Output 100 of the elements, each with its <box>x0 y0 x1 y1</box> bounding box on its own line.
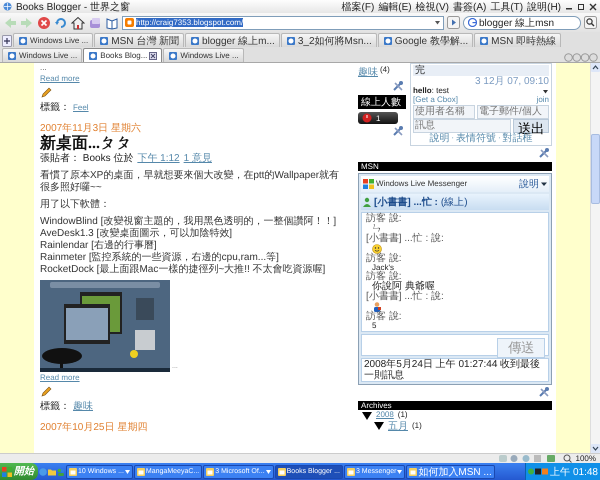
new-tab-icon[interactable] <box>2 35 12 47</box>
smiley-icon <box>372 244 382 254</box>
window-title: Books Blogger - 世界之窗 <box>16 0 130 14</box>
link[interactable]: 對話框 <box>502 132 533 144</box>
blogger-icon <box>125 18 134 27</box>
get-cbox-link[interactable]: [Get a Cbox] <box>413 96 458 105</box>
address-field[interactable]: http://craig7353.blogspot.com/ <box>122 16 444 30</box>
stop-icon[interactable] <box>37 16 51 30</box>
search-icon[interactable] <box>584 16 597 29</box>
message-input-field[interactable]: 傳送 <box>361 334 549 356</box>
post-date: 2007年10月25日 星期四 <box>40 422 148 434</box>
window-icon <box>278 468 286 476</box>
archive-link[interactable]: 五月 <box>388 420 408 432</box>
comments-link[interactable]: 1 意見 <box>184 152 212 165</box>
chat-message: hello: test <box>413 87 450 96</box>
tab[interactable]: 3_2如何將Msn... <box>280 33 377 47</box>
tab[interactable]: MSN 台灣 新聞 <box>94 33 184 47</box>
menu-item[interactable]: 書簽(A) <box>452 0 486 14</box>
book-icon[interactable] <box>105 16 119 30</box>
text-line: Rainlendar [右邊的行事曆] <box>40 240 158 252</box>
close-icon[interactable] <box>589 2 597 10</box>
separator-text: · <box>451 134 454 142</box>
tab[interactable]: Windows Live ... <box>13 33 94 47</box>
text-line: AveDesk1.3 [改變桌面圖示，可以加陰特效] <box>40 228 234 240</box>
scrollbar[interactable] <box>590 63 600 453</box>
caret-icon <box>124 470 130 474</box>
archive-link[interactable]: 2008 <box>376 411 394 420</box>
link[interactable]: 說明 <box>429 132 450 144</box>
go-icon[interactable] <box>447 16 460 29</box>
maximize-icon[interactable] <box>577 2 585 10</box>
home-icon[interactable] <box>71 16 85 30</box>
expanded-triangle-icon[interactable] <box>374 421 384 432</box>
window-icon <box>346 468 355 476</box>
last-message-text: 2008年5月24日 上午 01:27:44 收到最後一則訊息 <box>361 358 549 382</box>
start-button[interactable]: 開始 <box>0 463 38 480</box>
google-icon <box>468 18 477 27</box>
windows-flag-icon <box>2 466 12 476</box>
tools-icon[interactable] <box>538 146 550 159</box>
menu-item[interactable]: 說明(H) <box>527 0 561 14</box>
pencil-icon[interactable] <box>40 87 52 100</box>
label-link[interactable]: Feel <box>73 103 89 113</box>
text-field[interactable]: 訊息 <box>413 118 511 133</box>
status-text: (線上) <box>440 196 468 209</box>
link[interactable]: Read more <box>40 372 80 382</box>
label-link[interactable]: 趣味 <box>358 65 378 79</box>
search-field[interactable]: blogger 線上msn <box>463 16 581 30</box>
post-time-link[interactable]: 下午 1:12 <box>137 152 180 165</box>
zoom-level[interactable]: 100% <box>576 454 596 463</box>
timestamp: 3 12月 07, 09:10 <box>474 76 549 87</box>
tab[interactable]: Windows Live ... <box>163 48 244 62</box>
chat-sender: 訪客 說: <box>366 312 403 322</box>
post-byline: 張貼者： Books 位於 <box>40 152 134 165</box>
tools-icon[interactable] <box>538 386 550 398</box>
chat-sender: [小書書] ...忙 : 說: <box>366 234 445 244</box>
tab[interactable]: MSN 即時熱線 <box>474 33 562 47</box>
label-link[interactable]: 趣味 <box>73 401 93 414</box>
expanded-triangle-icon[interactable] <box>362 410 372 421</box>
tray-icons-drawing <box>528 468 548 475</box>
send-button[interactable]: 傳送 <box>497 338 545 358</box>
chat-message: 5 <box>371 322 378 330</box>
caret-icon <box>397 470 402 474</box>
text-field[interactable]: 電子郵件/個人 <box>477 104 549 119</box>
text-field[interactable]: 使用者名稱 <box>413 104 475 119</box>
section-header: 線上人數 <box>358 95 406 109</box>
menu-item[interactable]: 檢視(V) <box>416 0 449 14</box>
up-arrow-icon[interactable] <box>591 63 600 72</box>
join-link[interactable]: join <box>536 96 549 105</box>
text-line: RocketDock [最上面跟Mac一樣的捷徑列~大推!! 不太會吃資源喔] <box>40 264 326 276</box>
link[interactable]: Read more <box>40 74 80 83</box>
text-line: Rainmeter [監控系統的一些資源，右邊的cpu,ram...等] <box>40 252 280 264</box>
page-icon <box>18 36 28 46</box>
tools-icon[interactable] <box>392 125 404 137</box>
dropdown-arrow-icon[interactable] <box>542 88 549 95</box>
tab[interactable]: blogger 線上m... <box>185 33 280 47</box>
chat-message: Jack's <box>372 264 394 272</box>
tab[interactable]: Google 教學解... <box>378 33 474 47</box>
caret-icon[interactable] <box>541 180 547 187</box>
ellipsis-text: ... <box>40 63 48 73</box>
tab[interactable]: Books Blog... <box>83 48 162 62</box>
down-arrow-icon[interactable] <box>591 444 600 453</box>
dropdown-arrow-icon[interactable] <box>434 19 441 26</box>
submit-button[interactable]: 送出 <box>513 118 549 133</box>
windows-flag-icon <box>363 178 374 189</box>
link[interactable]: 表情符號 <box>456 132 496 144</box>
chat-message: ㄣ <box>372 224 382 234</box>
tab[interactable]: Windows Live ... <box>2 48 82 62</box>
post-date: 2007年11月3日 星期六 <box>40 123 142 134</box>
archive-count: (1) <box>412 422 422 430</box>
folder-icon[interactable] <box>48 468 56 476</box>
menu-item[interactable]: 檔案(F) <box>342 0 374 14</box>
section-header: MSN <box>358 162 552 171</box>
taskbar-button[interactable]: 如何加入MSN ... <box>406 464 495 478</box>
help-link[interactable]: 說明 <box>519 176 539 191</box>
menu-item[interactable]: 工具(T) <box>490 0 524 14</box>
zoom-icon[interactable] <box>562 454 572 463</box>
scroll-thumb[interactable] <box>591 134 600 204</box>
close-icon[interactable] <box>149 52 158 60</box>
pencil-icon[interactable] <box>40 386 52 398</box>
menu-item[interactable]: 編輯(E) <box>378 0 412 14</box>
tools-icon[interactable] <box>392 80 404 92</box>
